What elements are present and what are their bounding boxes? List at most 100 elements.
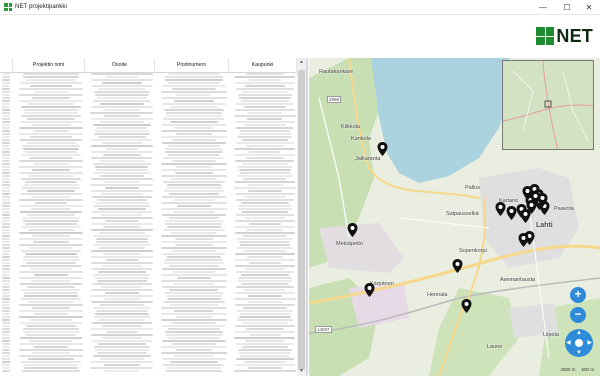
- pan-left-icon[interactable]: ◀: [566, 340, 571, 346]
- table-cell: [95, 165, 149, 168]
- table-cell: [241, 345, 289, 348]
- table-cell: [90, 216, 154, 219]
- map-pin-icon[interactable]: [461, 299, 472, 313]
- map-view[interactable]: Rautakankare 2956 Kiikkula Kankola Jalka…: [309, 58, 600, 376]
- map-label: Rautakankare: [319, 69, 354, 75]
- table-cell: [2, 105, 10, 108]
- table-cell: [2, 150, 10, 153]
- table-cell: [234, 219, 296, 222]
- map-pin-icon[interactable]: [452, 259, 463, 273]
- pan-down-icon[interactable]: ▼: [576, 350, 582, 356]
- map-pin-icon[interactable]: [506, 206, 517, 220]
- pan-up-icon[interactable]: ▲: [576, 330, 582, 336]
- table-cell: [235, 141, 295, 144]
- table-cell: [2, 318, 10, 321]
- table-cell: [2, 312, 10, 315]
- table-cell: [92, 282, 152, 285]
- table-cell: [170, 360, 218, 363]
- table-cell: [2, 267, 10, 270]
- table-cell: [234, 147, 296, 150]
- table-cell: [170, 303, 218, 306]
- table-cell: [22, 327, 80, 330]
- table-cell: [248, 294, 282, 297]
- table-cell: [166, 183, 222, 186]
- map-pin-icon[interactable]: [364, 283, 375, 297]
- map-label: Lahti: [536, 222, 553, 229]
- map-pin-icon[interactable]: [518, 233, 529, 247]
- table-cell: [100, 285, 144, 288]
- table-cell: [18, 93, 84, 96]
- overview-minimap[interactable]: [502, 60, 594, 150]
- map-road-number: 14037: [315, 326, 332, 333]
- pan-control[interactable]: ▲ ▼ ◀ ▶: [565, 329, 593, 357]
- center-dot-icon[interactable]: [575, 339, 583, 347]
- map-pin-icon[interactable]: [377, 142, 388, 156]
- column-header-city[interactable]: Kaupunki: [229, 58, 297, 72]
- table-cell: [161, 162, 227, 165]
- column-header-postcode[interactable]: Postinumero: [155, 58, 229, 72]
- map-pin-icon[interactable]: [520, 209, 531, 223]
- table-cell: [18, 270, 84, 273]
- table-cell: [160, 279, 228, 282]
- maximize-button[interactable]: ☐: [556, 0, 578, 14]
- close-button[interactable]: ✕: [578, 0, 600, 14]
- table-cell: [165, 294, 222, 297]
- minimize-button[interactable]: —: [532, 0, 554, 14]
- map-label: Paavola: [554, 206, 574, 212]
- column-header-name[interactable]: Projektin nimi: [13, 58, 85, 72]
- row-header-corner: [0, 58, 13, 72]
- table-cell: [27, 357, 75, 360]
- zoom-in-button[interactable]: +: [570, 287, 586, 303]
- table-cell: [170, 231, 217, 234]
- table-scrollbar[interactable]: ▲ ▼: [297, 58, 306, 376]
- map-pin-icon[interactable]: [495, 202, 506, 216]
- table-cell: [168, 336, 220, 339]
- table-cell: [2, 192, 10, 195]
- table-cell: [240, 171, 290, 174]
- table-cell: [240, 201, 290, 204]
- scroll-thumb[interactable]: [298, 70, 305, 370]
- table-cell: [162, 213, 226, 216]
- table-cell: [163, 300, 225, 303]
- table-cell: [2, 255, 10, 258]
- table-cell: [160, 273, 228, 276]
- table-cell: [18, 87, 84, 90]
- table-cell: [2, 177, 10, 180]
- table-cell: [160, 129, 228, 132]
- table-cell: [162, 339, 226, 342]
- table-cell: [243, 306, 287, 309]
- scroll-up-icon[interactable]: ▲: [297, 58, 306, 67]
- pan-right-icon[interactable]: ▶: [587, 340, 592, 346]
- table-cell: [2, 258, 10, 261]
- table-cell: [170, 177, 218, 180]
- table-cell: [163, 189, 225, 192]
- table-cell: [245, 216, 285, 219]
- table-cell: [2, 183, 10, 186]
- table-cell: [2, 369, 10, 372]
- table-cell: [33, 312, 69, 315]
- table-cell: [235, 231, 295, 234]
- table-cell: [24, 294, 78, 297]
- table-cell: [163, 291, 225, 294]
- table-cell: [93, 243, 151, 246]
- map-pin-icon[interactable]: [347, 223, 358, 237]
- table-cell: [20, 321, 82, 324]
- table-cell: [2, 228, 10, 231]
- column-header-address[interactable]: Osoite: [85, 58, 155, 72]
- table-row[interactable]: [0, 369, 297, 372]
- zoom-out-button[interactable]: −: [570, 307, 586, 323]
- table-cell: [104, 369, 140, 372]
- table-cell: [92, 123, 152, 126]
- table-cell: [23, 183, 79, 186]
- table-cell: [101, 141, 143, 144]
- table-cell: [235, 159, 295, 162]
- table-cell: [176, 132, 212, 135]
- table-cell: [168, 81, 220, 84]
- table-cell: [2, 339, 10, 342]
- table-cell: [242, 234, 288, 237]
- scroll-down-icon[interactable]: ▼: [297, 367, 306, 376]
- table-cell: [103, 180, 141, 183]
- table-cell: [105, 75, 138, 78]
- table-cell: [163, 108, 225, 111]
- map-pin-icon[interactable]: [537, 193, 548, 207]
